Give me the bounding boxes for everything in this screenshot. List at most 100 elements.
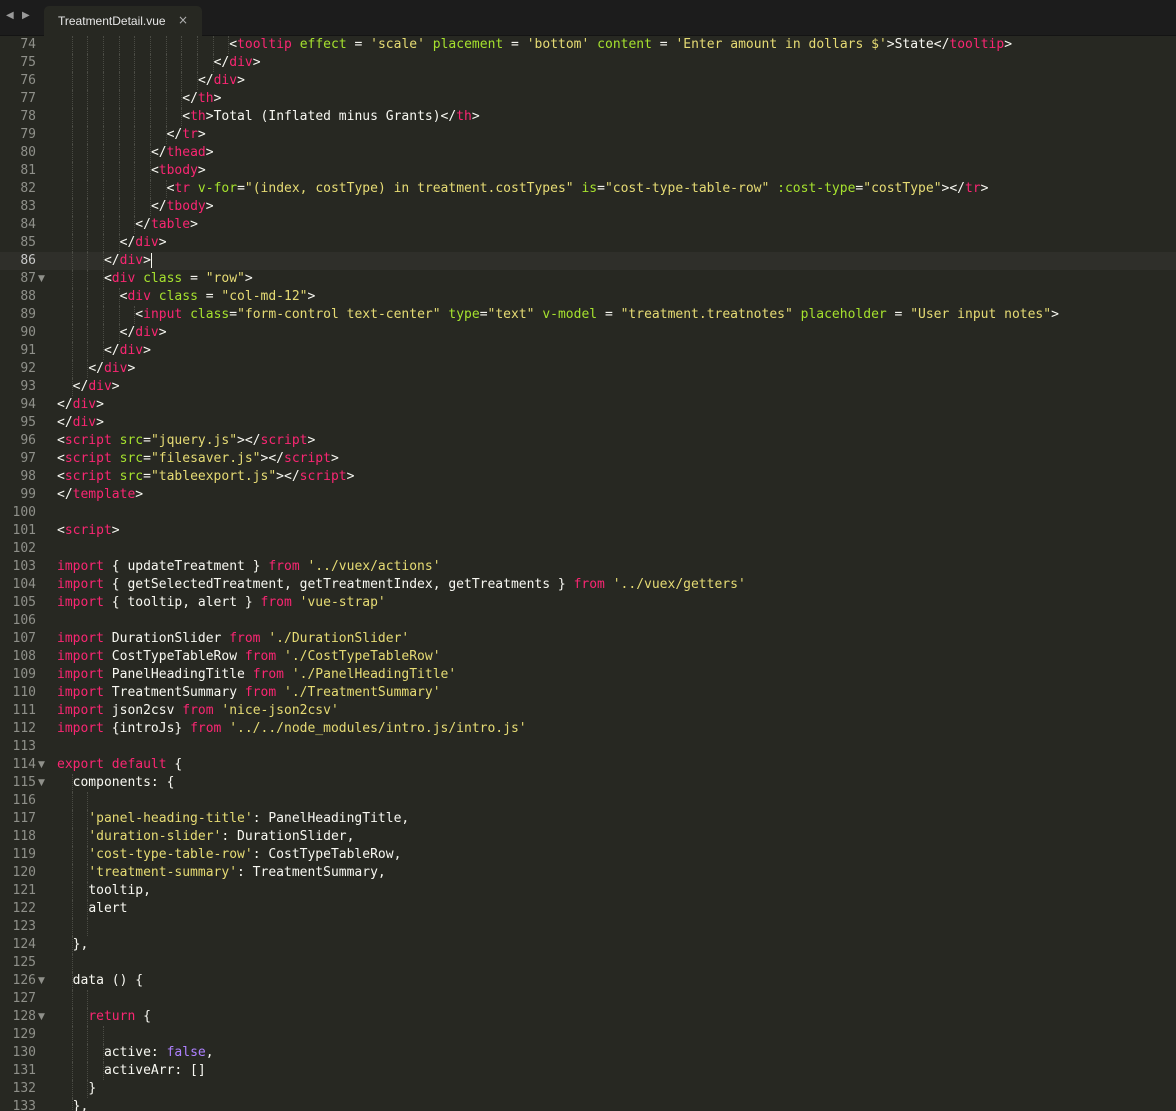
line-number: 97 [20,451,36,466]
code-line[interactable]: 77 </th> [0,90,1176,108]
code-line[interactable]: 92 </div> [0,360,1176,378]
indent-guide [118,162,120,180]
code-line[interactable]: 84 </table> [0,216,1176,234]
line-number: 89 [20,307,36,322]
code-line[interactable]: 128 ▼ return { [0,1008,1176,1026]
code-line[interactable]: 125 [0,954,1176,972]
code-line[interactable]: 121 tooltip, [0,882,1176,900]
code-line[interactable]: 117 'panel-heading-title': PanelHeadingTi… [0,810,1176,828]
code-line[interactable]: 91 </div> [0,342,1176,360]
code-token: </ [150,199,167,214]
code-line[interactable]: 95 </div> [0,414,1176,432]
code-line[interactable]: 75 </div> [0,54,1176,72]
code-token: {introJs} [103,721,191,736]
code-line[interactable]: 113 [0,738,1176,756]
code-token: < [103,271,112,286]
code-line[interactable]: 90 </div> [0,324,1176,342]
code-line[interactable]: 129 [0,1026,1176,1044]
code-line[interactable]: 80 </thead> [0,144,1176,162]
code-line[interactable]: 130 active: false, [0,1044,1176,1062]
code-line[interactable]: 94 </div> [0,396,1176,414]
indent-guide [87,54,89,72]
nav-forward-icon[interactable]: ▶ [22,10,30,21]
code-line[interactable]: 88 <div class = "col-md-12"> [0,288,1176,306]
code-token: 'duration-slider' [88,829,222,844]
code-line[interactable]: 107 import DurationSlider from './Duratio… [0,630,1176,648]
code-line[interactable]: 120 'treatment-summary': TreatmentSummary… [0,864,1176,882]
code-line[interactable]: 93 </div> [0,378,1176,396]
code-line[interactable]: 87 ▼ <div class = "row"> [0,270,1176,288]
code-line[interactable]: 106 [0,612,1176,630]
code-token: "form-control text-center" [237,307,441,322]
code-line[interactable]: 79 </tr> [0,126,1176,144]
indent-guide [71,900,73,918]
code-token: 'treatment-summary' [88,865,238,880]
fold-arrow-down-icon[interactable]: ▼ [38,774,45,792]
code-line[interactable]: 133}, [0,1098,1176,1111]
code-line[interactable]: 102 [0,540,1176,558]
code-line[interactable]: 98 <script src="tableexport.js"></script> [0,468,1176,486]
code-line[interactable]: 115 ▼ components: { [0,774,1176,792]
code-line[interactable]: 81 <tbody> [0,162,1176,180]
nav-back-icon[interactable]: ◀ [6,10,14,21]
code-line[interactable]: 124}, [0,936,1176,954]
code-line[interactable]: 110 import TreatmentSummary from './Treat… [0,684,1176,702]
code-line[interactable]: 101 <script> [0,522,1176,540]
indent-guide [71,342,73,360]
code-token: </ [103,343,120,358]
line-number: 125 [12,955,36,970]
code-token: "cost-type-table-row" [604,181,770,196]
code-line[interactable]: 86 </div> [0,252,1176,270]
code-line[interactable]: 85 </div> [0,234,1176,252]
fold-arrow-down-icon[interactable]: ▼ [38,270,45,288]
fold-arrow-down-icon[interactable]: ▼ [38,972,45,990]
code-line[interactable]: 132} [0,1080,1176,1098]
code-line[interactable]: 114 ▼ export default { [0,756,1176,774]
close-icon[interactable]: × [178,13,188,27]
code-area[interactable]: 74 <tooltip effect = 'scale' placement = … [0,36,1176,1111]
code-token: div [135,325,159,340]
code-line[interactable]: 97 <script src="filesaver.js"></script> [0,450,1176,468]
code-line[interactable]: 100 [0,504,1176,522]
code-line[interactable]: 111 import json2csv from 'nice-json2csv' [0,702,1176,720]
code-line[interactable]: 74 <tooltip effect = 'scale' placement = … [0,36,1176,54]
code-line[interactable]: 127 [0,990,1176,1008]
code-token: </ [213,55,230,70]
code-line[interactable]: 109 import PanelHeadingTitle from './Pane… [0,666,1176,684]
code-line[interactable]: 99 </template> [0,486,1176,504]
line-number: 123 [12,919,36,934]
code-line[interactable]: 108 import CostTypeTableRow from './CostT… [0,648,1176,666]
code-line[interactable]: 112 import {introJs} from '../../node_mod… [0,720,1176,738]
code-line[interactable]: 131 activeArr: [] [0,1062,1176,1080]
code-line[interactable]: 89 <input class="form-control text-center… [0,306,1176,324]
code-token: div [111,271,136,286]
code-line[interactable]: 103 import { updateTreatment } from '../v… [0,558,1176,576]
code-line[interactable]: 118 'duration-slider': DurationSlider, [0,828,1176,846]
code-line[interactable]: 116 [0,792,1176,810]
code-line[interactable]: 96 <script src="jquery.js"></script> [0,432,1176,450]
code-line[interactable]: 122 alert [0,900,1176,918]
code-line[interactable]: 76 </div> [0,72,1176,90]
code-line[interactable]: 104 import { getSelectedTreatment, getTre… [0,576,1176,594]
line-number: 88 [20,289,36,304]
line-number: 131 [12,1063,36,1078]
code-line[interactable]: 119 'cost-type-table-row': CostTypeTableR… [0,846,1176,864]
code-token: false [166,1045,206,1060]
fold-arrow-down-icon[interactable]: ▼ [38,1008,45,1026]
indent-guide [87,918,89,936]
code-token: > [158,325,167,340]
code-text: import PanelHeadingTitle from './PanelHe… [57,666,456,684]
code-token: = [143,451,151,466]
tab-treatmentdetail[interactable]: TreatmentDetail.vue × [44,6,202,36]
code-line[interactable]: 105 import { tooltip, alert } from 'vue-s… [0,594,1176,612]
code-line[interactable]: 123 [0,918,1176,936]
code-line[interactable]: 78 <th>Total (Inflated minus Grants)</th> [0,108,1176,126]
fold-arrow-down-icon[interactable]: ▼ [38,756,45,774]
code-line[interactable]: 83 </tbody> [0,198,1176,216]
code-line[interactable]: 126 ▼ data () { [0,972,1176,990]
code-line[interactable]: 82 <tr v-for="(index, costType) in treatm… [0,180,1176,198]
indent-guide [71,216,73,234]
indent-guide [196,54,198,72]
